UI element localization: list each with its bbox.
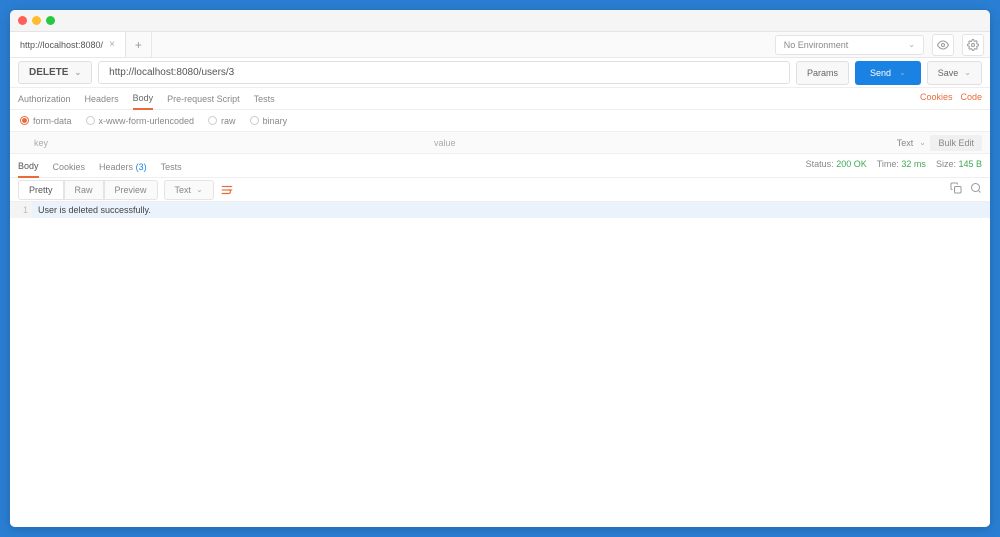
body-mode-raw[interactable]: raw (208, 116, 236, 126)
line-number: 1 (10, 202, 32, 218)
kv-type-select[interactable]: Text⌄ (897, 138, 926, 148)
gear-icon[interactable] (962, 34, 984, 56)
radio-off-icon (208, 116, 217, 125)
format-select[interactable]: Text⌄ (164, 180, 214, 200)
resp-tab-body[interactable]: Body (18, 161, 39, 178)
close-icon[interactable] (18, 16, 27, 25)
radio-on-icon (20, 116, 29, 125)
chevron-down-icon: ⌄ (196, 185, 203, 194)
send-button[interactable]: Send ⌄ (855, 61, 921, 85)
radio-off-icon (86, 116, 95, 125)
tab-authorization[interactable]: Authorization (18, 94, 71, 109)
tab-prerequest[interactable]: Pre-request Script (167, 94, 240, 109)
close-tab-icon[interactable]: × (109, 39, 115, 50)
chevron-down-icon[interactable]: ⌄ (899, 68, 906, 77)
tab-title: http://localhost:8080/ (20, 40, 103, 50)
cookies-link[interactable]: Cookies (920, 92, 953, 102)
code-link[interactable]: Code (960, 92, 982, 102)
send-label: Send (870, 68, 891, 78)
bulk-edit-button[interactable]: Bulk Edit (930, 135, 982, 151)
response-line: 1 User is deleted successfully. (10, 202, 990, 218)
time-block: Time: 32 ms (877, 159, 926, 169)
kv-value-header: value (434, 138, 966, 148)
save-label: Save (938, 68, 959, 78)
save-button[interactable]: Save ⌄ (927, 61, 982, 85)
window-titlebar (10, 10, 990, 32)
resp-tab-tests[interactable]: Tests (161, 162, 182, 177)
wrap-lines-icon[interactable] (220, 183, 234, 197)
method-select[interactable]: DELETE ⌄ (18, 61, 92, 84)
new-tab-button[interactable]: + (126, 32, 152, 57)
chevron-down-icon: ⌄ (74, 68, 81, 77)
copy-icon[interactable] (950, 181, 962, 199)
chevron-down-icon: ⌄ (908, 40, 915, 49)
tab-tests[interactable]: Tests (254, 94, 275, 109)
view-pretty[interactable]: Pretty (18, 180, 64, 200)
search-icon[interactable] (970, 181, 982, 199)
eye-icon[interactable] (932, 34, 954, 56)
kv-key-header: key (34, 138, 434, 148)
chevron-down-icon[interactable]: ⌄ (964, 68, 971, 77)
environment-select[interactable]: No Environment ⌄ (775, 35, 924, 55)
body-mode-binary[interactable]: binary (250, 116, 288, 126)
chevron-down-icon: ⌄ (919, 138, 926, 147)
tab-body[interactable]: Body (133, 93, 154, 110)
body-mode-formdata[interactable]: form-data (20, 116, 72, 126)
status-block: Status: 200 OK (806, 159, 867, 169)
env-label: No Environment (784, 40, 849, 50)
minimize-icon[interactable] (32, 16, 41, 25)
size-block: Size: 145 B (936, 159, 982, 169)
resp-tab-headers[interactable]: Headers (3) (99, 162, 147, 177)
radio-off-icon (250, 116, 259, 125)
url-input[interactable]: http://localhost:8080/users/3 (98, 61, 790, 84)
params-button[interactable]: Params (796, 61, 849, 85)
view-raw[interactable]: Raw (64, 180, 104, 200)
response-body[interactable]: 1 User is deleted successfully. (10, 202, 990, 527)
view-preview[interactable]: Preview (104, 180, 158, 200)
tab-headers[interactable]: Headers (85, 94, 119, 109)
request-tab[interactable]: http://localhost:8080/ × (10, 32, 126, 57)
maximize-icon[interactable] (46, 16, 55, 25)
resp-tab-cookies[interactable]: Cookies (53, 162, 86, 177)
body-mode-urlencoded[interactable]: x-www-form-urlencoded (86, 116, 195, 126)
method-label: DELETE (29, 67, 68, 78)
response-text: User is deleted successfully. (32, 202, 990, 218)
